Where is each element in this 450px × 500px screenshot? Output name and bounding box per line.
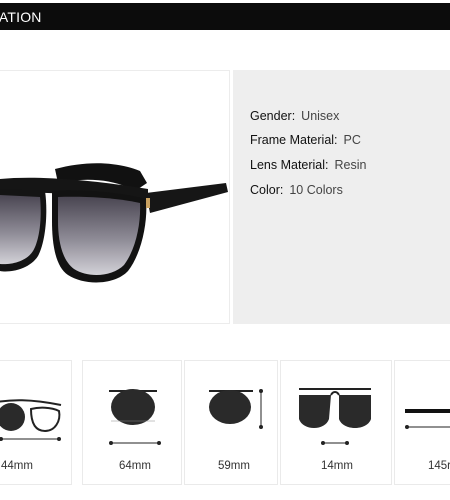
spec-panel: Gender: Unisex Frame Material: PC Lens Mat… xyxy=(233,70,450,324)
spec-label: Color: xyxy=(250,183,284,197)
bridge-width-icon xyxy=(299,388,371,445)
dimension-value: 145r xyxy=(428,460,450,472)
dimension-card-frame-width: 64mm xyxy=(82,360,182,485)
dimension-card-lens-height: 59mm xyxy=(184,360,278,485)
spec-frame-material: Frame Material: PC xyxy=(250,133,361,147)
dimension-value: 59mm xyxy=(218,460,250,472)
dimension-value: 64mm xyxy=(119,460,151,472)
section-title: MATION xyxy=(0,9,42,25)
dimension-value: 44mm xyxy=(1,460,33,472)
lens-height-icon xyxy=(209,389,263,429)
spec-value: Unisex xyxy=(301,109,340,123)
dimension-card-lens-width: 44mm xyxy=(0,360,72,485)
dimensions-row: 44mm 64mm 59mm 14mm 145r xyxy=(0,360,450,492)
spec-label: Lens Material: xyxy=(250,158,329,172)
dimension-value: 14mm xyxy=(321,460,353,472)
spec-value: Resin xyxy=(334,158,367,172)
dimension-card-temple-length: 145r xyxy=(394,360,450,485)
spec-gender: Gender: Unisex xyxy=(250,109,339,123)
dimension-card-bridge-width: 14mm xyxy=(280,360,392,485)
spec-lens-material: Lens Material: Resin xyxy=(250,158,366,172)
sunglasses-product-image xyxy=(0,163,228,283)
spec-label: Gender: xyxy=(250,109,296,123)
spec-value: 10 Colors xyxy=(289,183,343,197)
spec-label: Frame Material: xyxy=(250,133,338,147)
spec-value: PC xyxy=(343,133,361,147)
lens-width-icon xyxy=(0,399,62,441)
product-image-panel xyxy=(0,70,230,324)
temple-length-icon xyxy=(405,409,450,429)
lens-width-icon xyxy=(109,389,161,445)
section-header: MATION xyxy=(0,3,450,30)
spec-color: Color: 10 Colors xyxy=(250,183,343,197)
